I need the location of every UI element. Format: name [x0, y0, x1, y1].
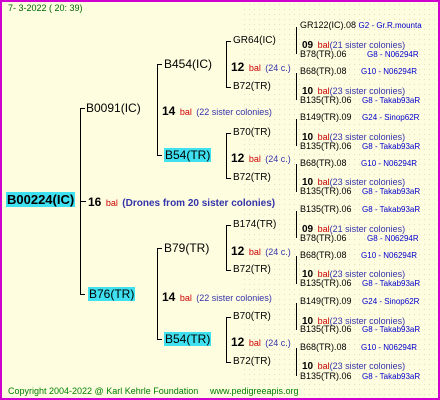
gen2-d-queen[interactable]: B54(TR): [164, 332, 212, 346]
gen2-d-sisters: (24 c.): [265, 338, 291, 348]
gen3-queen[interactable]: B174(TR): [233, 219, 276, 230]
gen2-c-sisters: (24 c.): [265, 247, 291, 257]
report-date: 7- 3-2022 ( 20: 39): [8, 3, 83, 13]
gen3-queen[interactable]: B70(TR): [233, 127, 271, 138]
gen4-queen[interactable]: B68(TR).08 G10 - N06294R: [300, 250, 417, 260]
gen3-queen[interactable]: B72(TR): [233, 172, 271, 183]
gen2-d-bal: bal: [248, 338, 261, 348]
root-bal: bal: [105, 198, 118, 208]
root-queen[interactable]: B00224(IC): [6, 192, 76, 207]
copyright-text: Copyright 2004-2022 @ Karl Kehrle Founda…: [8, 386, 199, 396]
gen2-b-queen[interactable]: B54(TR): [164, 148, 212, 162]
gen3-queen[interactable]: B70(TR): [233, 311, 271, 322]
gen2-a-count: 12: [231, 60, 245, 74]
gen4-queen[interactable]: B78(TR).06 G8 - N06294R: [300, 49, 419, 59]
gen4-queen[interactable]: GR122(IC).08 G2 - Gr.R.mounta: [300, 20, 422, 30]
gen4-queen[interactable]: B135(TR).06 G8 - Takab93aR: [300, 204, 420, 214]
dam-bal: bal: [179, 107, 192, 117]
dam-mating: 14 bal (22 sister colonies): [162, 102, 272, 120]
dam-count: 14: [162, 104, 176, 118]
gen4-queen[interactable]: B78(TR).06 G8 - N06294R: [300, 233, 419, 243]
gen2-d-count: 12: [231, 335, 245, 349]
gen4-queen[interactable]: B135(TR).06 G8 - Takab93aR: [300, 278, 420, 288]
gen2-b-bal: bal: [248, 154, 261, 164]
gen3-queen[interactable]: B72(TR): [233, 356, 271, 367]
sire-queen[interactable]: B76(TR): [88, 287, 136, 301]
gen4-queen[interactable]: B135(TR).06 G8 - Takab93aR: [300, 324, 420, 334]
gen2-d-mating: 12 bal (24 c.): [231, 333, 291, 351]
gen4-queen[interactable]: B68(TR).08 G10 - N06294R: [300, 158, 417, 168]
gen4-queen[interactable]: B68(TR).08 G10 - N06294R: [300, 342, 417, 352]
gen4-queen[interactable]: B135(TR).06 G8 - Takab93aR: [300, 141, 420, 151]
root-sisters: (Drones from 20 sister colonies): [122, 198, 276, 209]
gen3-queen[interactable]: B72(TR): [233, 81, 271, 92]
gen2-c-bal: bal: [248, 247, 261, 257]
gen2-a-mating: 12 bal (24 c.): [231, 58, 291, 76]
gen4-queen[interactable]: B149(TR).09 G24 - Sinop62R: [300, 296, 419, 306]
sire-bal: bal: [179, 293, 192, 303]
gen4-queen[interactable]: B135(TR).06 G8 - Takab93aR: [300, 95, 420, 105]
gen2-c-queen[interactable]: B79(TR): [164, 241, 209, 255]
sire-mating: 14 bal (22 sister colonies): [162, 288, 272, 306]
gen2-c-mating: 12 bal (24 c.): [231, 242, 291, 260]
gen2-b-count: 12: [231, 151, 245, 165]
sire-count: 14: [162, 290, 176, 304]
root-count: 16: [88, 195, 102, 209]
dam-queen[interactable]: B0091(IC): [86, 101, 141, 115]
gen2-c-count: 12: [231, 244, 245, 258]
gen3-queen[interactable]: B72(TR): [233, 264, 271, 275]
site-link[interactable]: www.pedigreeapis.org: [210, 386, 299, 396]
gen2-a-sisters: (24 c.): [265, 63, 291, 73]
gen4-queen[interactable]: B68(TR).08 G10 - N06294R: [300, 66, 417, 76]
gen4-queen[interactable]: B135(TR).06 G8 - Takab93aR: [300, 186, 420, 196]
root-mating: 16 bal (Drones from 20 sister colonies): [88, 193, 275, 211]
gen4-queen[interactable]: B149(TR).09 G24 - Sinop62R: [300, 112, 419, 122]
gen2-a-queen[interactable]: B454(IC): [164, 57, 212, 71]
gen4-queen[interactable]: B135(TR).06 G8 - Takab93aR: [300, 371, 420, 381]
dam-sisters: (22 sister colonies): [196, 107, 272, 117]
pedigree-frame: { "header": { "date": "7- 3-2022 ( 20: 3…: [0, 0, 440, 400]
gen3-queen[interactable]: GR64(IC): [233, 35, 276, 46]
sire-sisters: (22 sister colonies): [196, 293, 272, 303]
gen2-a-bal: bal: [248, 63, 261, 73]
gen2-b-mating: 12 bal (24 c.): [231, 149, 291, 167]
gen2-b-sisters: (24 c.): [265, 154, 291, 164]
